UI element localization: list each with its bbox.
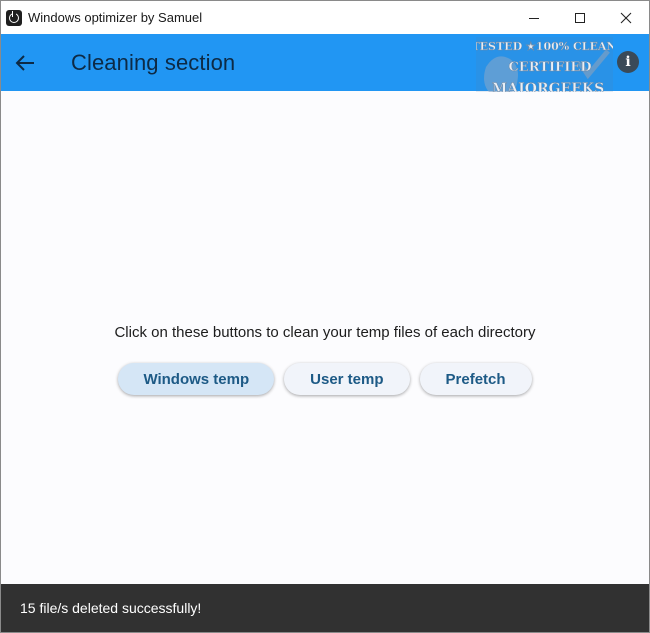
clean-buttons-row: Windows temp User temp Prefetch: [1, 363, 649, 395]
minimize-button[interactable]: [511, 1, 557, 34]
prefetch-button[interactable]: Prefetch: [419, 363, 532, 395]
user-temp-button[interactable]: User temp: [284, 363, 410, 395]
info-button[interactable]: i: [617, 51, 639, 73]
snackbar-message: 15 file/s deleted successfully!: [20, 600, 202, 616]
main-content: Click on these buttons to clean your tem…: [1, 92, 649, 584]
app-logo-icon: [6, 9, 22, 26]
title-bar[interactable]: Windows optimizer by Samuel: [1, 1, 649, 34]
close-icon: [620, 12, 632, 23]
close-button[interactable]: [603, 1, 649, 34]
back-arrow-icon: [15, 54, 34, 71]
maximize-icon: [575, 12, 585, 23]
minimize-icon: [529, 17, 539, 19]
info-icon: i: [625, 54, 631, 70]
app-bar: Cleaning section i: [1, 34, 649, 91]
back-button[interactable]: [5, 43, 45, 83]
status-snackbar: 15 file/s deleted successfully!: [1, 584, 649, 632]
instruction-text: Click on these buttons to clean your tem…: [114, 324, 536, 341]
app-window: Windows optimizer by Samuel Cleaning sec…: [0, 0, 650, 633]
window-controls: [511, 1, 649, 34]
windows-temp-button[interactable]: Windows temp: [118, 363, 275, 395]
maximize-button[interactable]: [557, 1, 603, 34]
page-title: Cleaning section: [71, 49, 236, 75]
window-title: Windows optimizer by Samuel: [28, 10, 203, 25]
